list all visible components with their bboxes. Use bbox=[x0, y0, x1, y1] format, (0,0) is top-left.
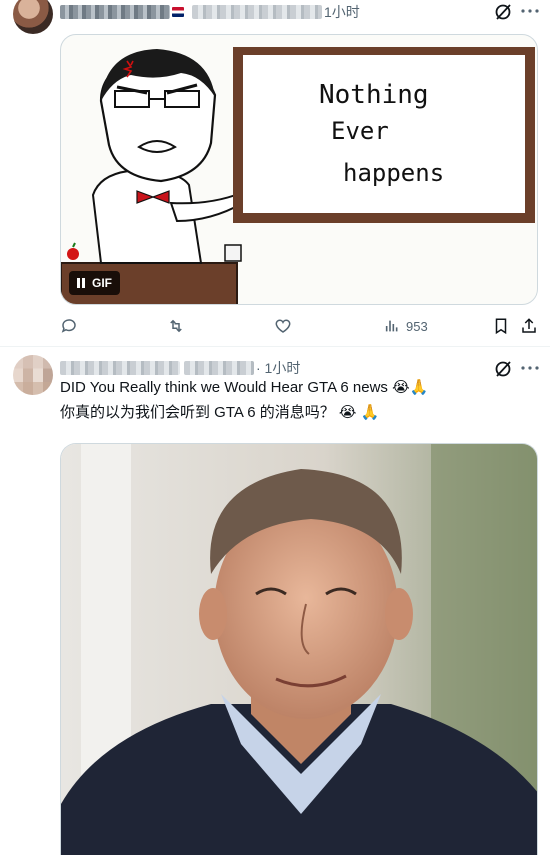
like-button[interactable] bbox=[274, 316, 292, 336]
gif-label: GIF bbox=[92, 276, 112, 290]
gif-media[interactable]: Nothing Ever happens GIF bbox=[60, 34, 538, 305]
tweet-timestamp[interactable]: 1小时 bbox=[324, 2, 360, 22]
views-count: 953 bbox=[406, 318, 428, 334]
more-icon[interactable] bbox=[520, 2, 540, 20]
gif-play-control[interactable]: GIF bbox=[69, 271, 120, 295]
share-button[interactable] bbox=[520, 316, 538, 336]
views-icon bbox=[385, 320, 398, 332]
tweet-actions: 953 bbox=[60, 316, 540, 336]
gif-illustration: Nothing Ever happens bbox=[61, 47, 535, 304]
board-text-line2: Ever bbox=[331, 117, 389, 145]
tweet-text-line2: 你真的以为我们会听到 GTA 6 的消息吗？ 😭 🙏 bbox=[60, 404, 380, 421]
tweet-photo[interactable]: · 1小时 DID You Really think we Would Hear… bbox=[0, 346, 550, 855]
reply-button[interactable] bbox=[60, 316, 78, 336]
redacted-handle[interactable] bbox=[192, 5, 322, 19]
tweet-header: 1小时 bbox=[60, 2, 360, 22]
like-icon bbox=[275, 319, 291, 333]
avatar[interactable] bbox=[13, 355, 53, 395]
board-text-line3: happens bbox=[343, 159, 444, 187]
bookmark-icon bbox=[495, 318, 507, 335]
redacted-display-name[interactable] bbox=[60, 5, 170, 19]
photo-illustration bbox=[61, 444, 537, 855]
reply-icon bbox=[61, 319, 76, 333]
tweet-header: · 1小时 bbox=[60, 358, 300, 378]
views-button[interactable]: 953 bbox=[384, 316, 428, 336]
redacted-handle[interactable] bbox=[184, 361, 254, 375]
tweet-gif[interactable]: 1小时 Nothing Ever happens GIF 953 bbox=[0, 0, 550, 346]
flag-icon bbox=[172, 7, 184, 17]
tweet-timestamp[interactable]: · 1小时 bbox=[256, 358, 300, 378]
share-icon bbox=[522, 318, 536, 333]
avatar[interactable] bbox=[13, 0, 53, 34]
tweet-text-line1: DID You Really think we Would Hear GTA 6… bbox=[60, 379, 429, 396]
repost-icon bbox=[170, 319, 182, 333]
more-icon[interactable] bbox=[520, 359, 540, 377]
repost-button[interactable] bbox=[167, 316, 185, 336]
grok-icon[interactable] bbox=[494, 360, 512, 378]
grok-icon[interactable] bbox=[494, 3, 512, 21]
tweet-photo-media[interactable] bbox=[60, 443, 538, 855]
redacted-display-name[interactable] bbox=[60, 361, 180, 375]
board-text-line1: Nothing bbox=[319, 80, 429, 110]
bookmark-button[interactable] bbox=[492, 316, 510, 336]
pause-icon[interactable] bbox=[77, 278, 85, 288]
